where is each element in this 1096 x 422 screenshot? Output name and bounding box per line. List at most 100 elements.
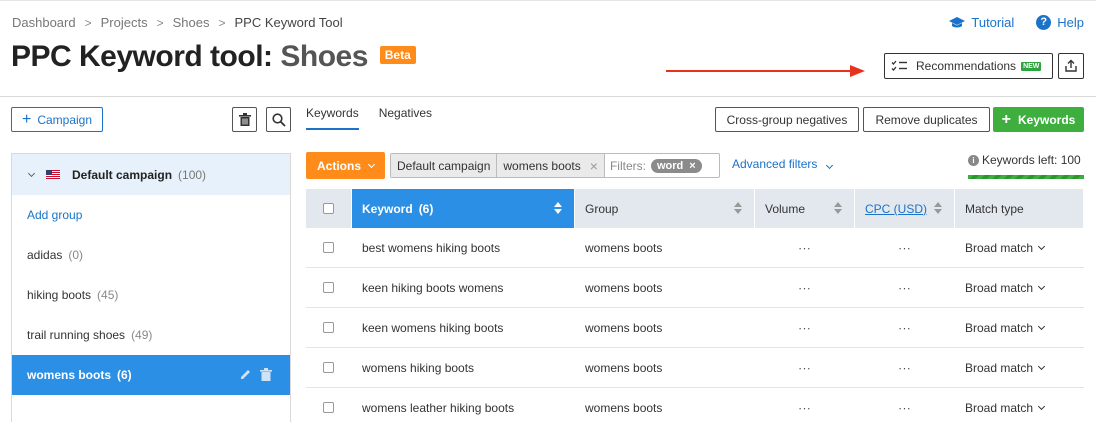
search-button[interactable] bbox=[266, 107, 291, 132]
column-volume[interactable]: Volume bbox=[755, 189, 855, 228]
volume-cell: ∙∙∙ bbox=[798, 240, 812, 255]
add-group-link[interactable]: Add group bbox=[12, 195, 290, 235]
campaign-row[interactable]: Default campaign (100) bbox=[12, 154, 290, 195]
match-type-dropdown[interactable]: Broad match bbox=[955, 388, 1084, 422]
cpc-cell: ∙∙∙ bbox=[898, 240, 912, 255]
match-type-dropdown[interactable]: Broad match bbox=[955, 348, 1084, 387]
breadcrumb-current: PPC Keyword Tool bbox=[234, 15, 343, 30]
keywords-left: i Keywords left: 100 bbox=[968, 153, 1081, 167]
recommendations-label: Recommendations bbox=[916, 59, 1017, 73]
filter-bar[interactable]: Default campaign womens boots × Filters:… bbox=[390, 153, 720, 178]
info-icon: i bbox=[968, 154, 979, 166]
top-border bbox=[0, 0, 1096, 1]
sidebar-item-hiking-boots[interactable]: hiking boots (45) bbox=[12, 275, 290, 315]
close-icon[interactable]: × bbox=[590, 158, 598, 174]
row-checkbox[interactable] bbox=[323, 362, 334, 373]
column-keyword[interactable]: Keyword (6) bbox=[352, 189, 575, 228]
keywords-left-label: Keywords left: 100 bbox=[982, 153, 1081, 167]
column-group[interactable]: Group bbox=[575, 189, 755, 228]
graduation-cap-icon bbox=[949, 16, 966, 27]
group-count: (6) bbox=[117, 368, 132, 382]
match-type-dropdown[interactable]: Broad match bbox=[955, 308, 1084, 347]
pencil-icon[interactable] bbox=[240, 368, 252, 380]
sidebar-item-womens-boots[interactable]: womens boots (6) bbox=[12, 355, 290, 395]
sort-icon[interactable] bbox=[834, 202, 842, 214]
breadcrumb: Dashboard > Projects > Shoes > PPC Keywo… bbox=[12, 15, 343, 30]
tab-negatives[interactable]: Negatives bbox=[379, 106, 432, 130]
help-label: Help bbox=[1057, 15, 1084, 30]
row-checkbox[interactable] bbox=[323, 242, 334, 253]
row-select-cell bbox=[306, 388, 352, 422]
table-header: Keyword (6) Group Volume CPC (USD) Match… bbox=[306, 189, 1084, 228]
remove-duplicates-label: Remove duplicates bbox=[875, 112, 978, 127]
delete-button[interactable] bbox=[232, 107, 257, 132]
search-icon bbox=[271, 112, 286, 127]
close-icon[interactable]: × bbox=[689, 160, 695, 172]
sort-icon[interactable] bbox=[734, 202, 742, 214]
sort-icon[interactable] bbox=[554, 202, 562, 214]
advanced-filters-link[interactable]: Advanced filters bbox=[732, 157, 833, 171]
breadcrumb-shoes[interactable]: Shoes bbox=[173, 15, 210, 30]
group-cell: womens boots bbox=[585, 400, 663, 415]
match-type-dropdown[interactable]: Broad match bbox=[955, 228, 1084, 267]
chevron-right-icon: > bbox=[218, 15, 226, 30]
chevron-down-icon[interactable] bbox=[27, 169, 36, 177]
chevron-down-icon bbox=[1038, 362, 1046, 370]
export-icon bbox=[1065, 59, 1077, 72]
advanced-filters-label: Advanced filters bbox=[732, 157, 818, 171]
keyword-cell: keen womens hiking boots bbox=[362, 320, 504, 335]
recommendations-button[interactable]: Recommendations NEW bbox=[884, 53, 1053, 79]
export-button[interactable] bbox=[1058, 53, 1084, 79]
group-cell: womens boots bbox=[585, 320, 663, 335]
cross-group-negatives-button[interactable]: Cross-group negatives bbox=[715, 107, 859, 132]
help-link[interactable]: ? Help bbox=[1036, 15, 1084, 30]
cpc-header-label[interactable]: CPC (USD) bbox=[865, 202, 927, 216]
arrow-right-icon bbox=[666, 65, 865, 77]
group-name: adidas bbox=[27, 248, 63, 262]
keywords-left-bar bbox=[968, 175, 1084, 179]
plus-icon: + bbox=[21, 110, 32, 128]
row-checkbox[interactable] bbox=[323, 322, 334, 333]
tab-keywords[interactable]: Keywords bbox=[306, 106, 359, 130]
select-all-checkbox[interactable] bbox=[323, 203, 334, 214]
group-cell: womens boots bbox=[585, 240, 663, 255]
column-match-type: Match type bbox=[955, 189, 1084, 228]
add-campaign-button[interactable]: + Campaign bbox=[11, 107, 103, 132]
keyword-header-label: Keyword bbox=[362, 201, 413, 216]
group-filter-chip[interactable]: womens boots × bbox=[497, 154, 605, 177]
group-cell: womens boots bbox=[585, 360, 663, 375]
tab-bar: Keywords Negatives bbox=[306, 106, 452, 130]
actions-dropdown[interactable]: Actions bbox=[306, 152, 385, 179]
campaign-filter-chip[interactable]: Default campaign bbox=[391, 154, 498, 177]
group-filter-label: womens boots bbox=[503, 158, 581, 173]
sort-icon[interactable] bbox=[934, 202, 942, 214]
volume-cell: ∙∙∙ bbox=[798, 400, 812, 415]
column-cpc[interactable]: CPC (USD) bbox=[855, 189, 955, 228]
row-checkbox[interactable] bbox=[323, 282, 334, 293]
cpc-cell: ∙∙∙ bbox=[898, 280, 912, 295]
row-select-cell bbox=[306, 308, 352, 347]
tutorial-link[interactable]: Tutorial bbox=[949, 15, 1014, 30]
sidebar-item-adidas[interactable]: adidas (0) bbox=[12, 235, 290, 275]
actions-label: Actions bbox=[316, 158, 361, 173]
beta-badge: Beta bbox=[379, 46, 416, 64]
group-count: (45) bbox=[97, 288, 119, 302]
word-filter-chip[interactable]: word × bbox=[650, 158, 702, 173]
question-icon: ? bbox=[1036, 15, 1052, 30]
remove-duplicates-button[interactable]: Remove duplicates bbox=[863, 107, 990, 132]
keyword-header-count: (6) bbox=[418, 201, 434, 216]
keyword-cell: womens leather hiking boots bbox=[362, 400, 515, 415]
sidebar-item-trail-running-shoes[interactable]: trail running shoes (49) bbox=[12, 315, 290, 355]
group-header-label: Group bbox=[585, 201, 619, 216]
match-type-dropdown[interactable]: Broad match bbox=[955, 268, 1084, 307]
chevron-down-icon bbox=[1038, 402, 1046, 410]
breadcrumb-projects[interactable]: Projects bbox=[101, 15, 148, 30]
add-keywords-button[interactable]: + Keywords bbox=[993, 107, 1084, 132]
row-checkbox[interactable] bbox=[323, 402, 334, 413]
cpc-cell: ∙∙∙ bbox=[898, 360, 912, 375]
table-row: keen womens hiking boots womens boots ∙∙… bbox=[306, 308, 1084, 348]
trash-icon[interactable] bbox=[260, 368, 272, 381]
add-group-label: Add group bbox=[27, 208, 83, 222]
breadcrumb-dashboard[interactable]: Dashboard bbox=[12, 15, 76, 30]
chevron-down-icon bbox=[367, 160, 376, 168]
